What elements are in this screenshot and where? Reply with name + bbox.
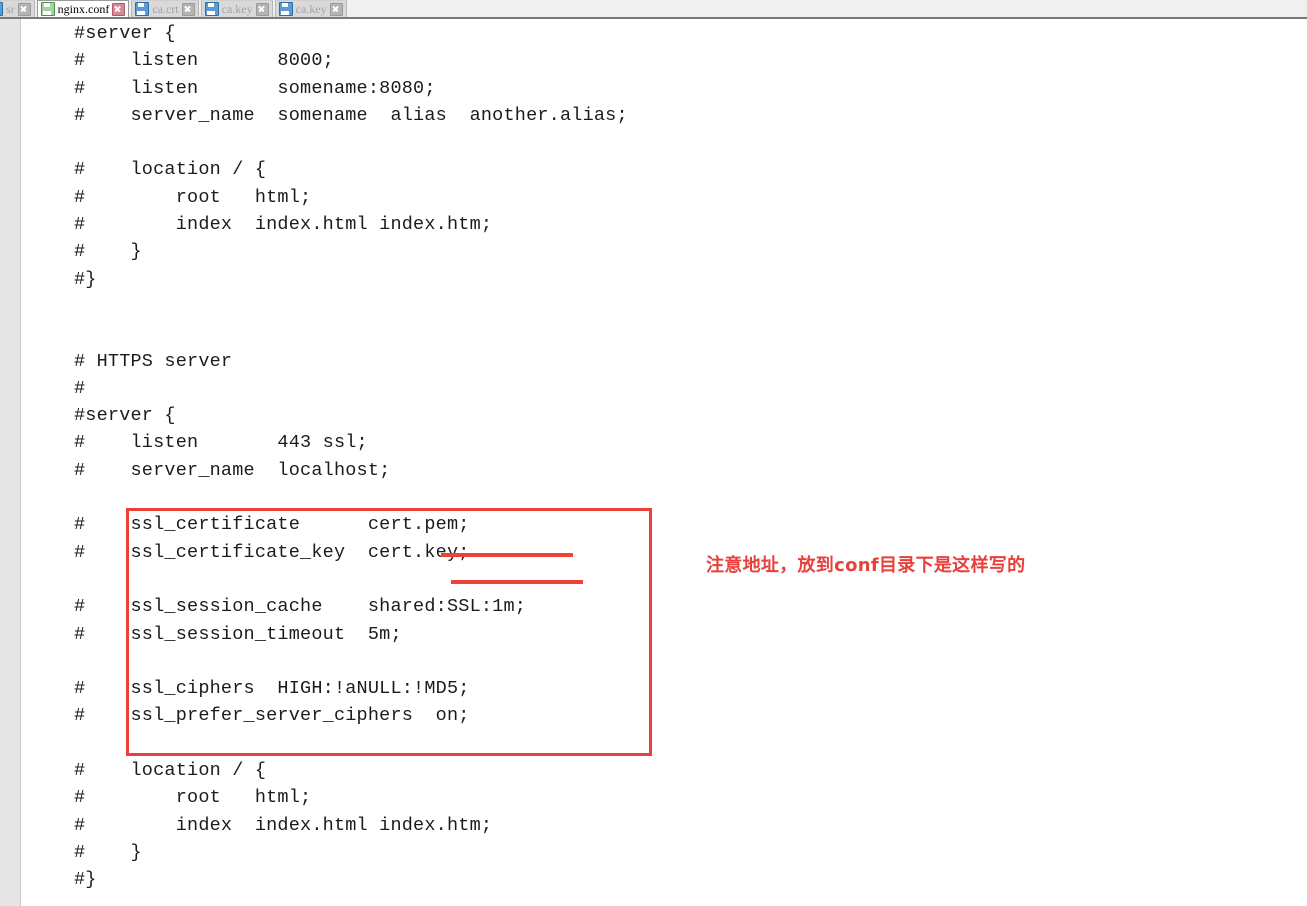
annotation-underline-cert-key — [451, 580, 583, 584]
code-content[interactable]: #server { # listen 8000; # listen somena… — [74, 20, 628, 894]
tab-ca-crt[interactable]: ca.crt — [131, 0, 199, 17]
annotation-note-text: 注意地址，放到conf目录下是这样写的 — [706, 555, 1026, 576]
tab-nginx-conf[interactable]: nginx.conf — [36, 0, 130, 17]
close-icon[interactable] — [17, 2, 31, 16]
disk-icon — [40, 2, 55, 16]
tab-label: ca.crt — [152, 1, 179, 16]
tab-label: ca.key — [295, 1, 327, 16]
close-icon[interactable] — [255, 2, 269, 16]
tab-label: nginx.conf — [57, 1, 110, 16]
editor-area: #server { # listen 8000; # listen somena… — [0, 19, 1307, 906]
disk-icon — [0, 2, 3, 16]
tab-label: ca.key — [221, 1, 253, 16]
close-icon[interactable] — [112, 2, 126, 16]
tab-partial-left[interactable]: sr — [0, 0, 35, 17]
tab-label: sr — [6, 1, 15, 16]
close-icon[interactable] — [181, 2, 195, 16]
disk-icon — [204, 2, 219, 16]
close-icon[interactable] — [329, 2, 343, 16]
tab-bar: sr nginx.conf ca.crt ca.key ca.key — [0, 0, 1307, 19]
tab-ca-key-1[interactable]: ca.key — [200, 0, 273, 17]
disk-icon — [278, 2, 293, 16]
editor-gutter — [0, 19, 21, 906]
tab-ca-key-2[interactable]: ca.key — [274, 0, 347, 17]
disk-icon — [135, 2, 150, 16]
annotation-underline-cert-pem — [441, 553, 573, 557]
code-viewport[interactable]: #server { # listen 8000; # listen somena… — [22, 19, 1307, 906]
